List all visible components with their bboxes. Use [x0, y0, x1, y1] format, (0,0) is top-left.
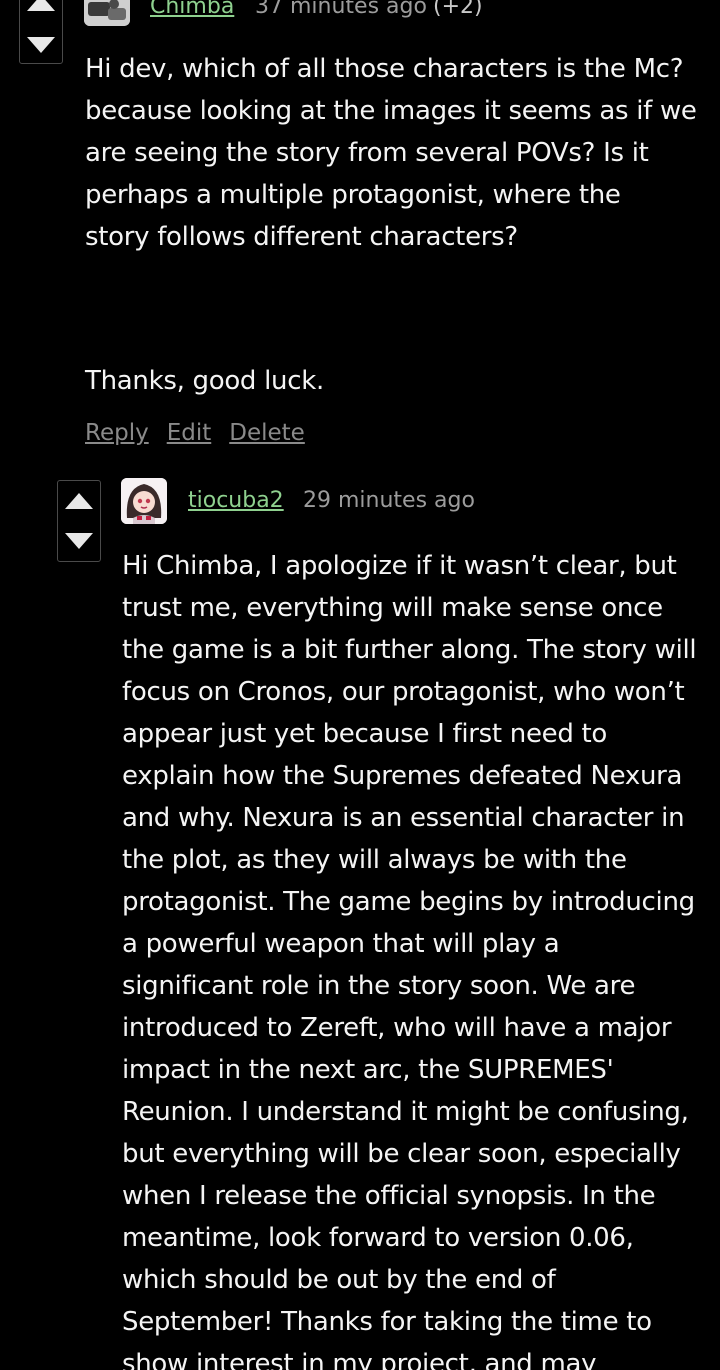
comment1-line: because looking at the images it seems a…: [85, 96, 697, 126]
downvote-button[interactable]: [20, 25, 62, 65]
comment1-actions: Reply Edit Delete: [85, 420, 305, 446]
avatar-image: [84, 0, 130, 26]
avatar[interactable]: [84, 0, 130, 26]
upvote-icon: [27, 0, 55, 11]
comment1-closing: Thanks, good luck.: [85, 366, 324, 396]
comment1-vote-box: [19, 0, 63, 64]
comment1-line: perhaps a multiple protagonist, where th…: [85, 180, 621, 210]
comment2-line: Reunion. I understand it might be confus…: [122, 1097, 689, 1127]
comment2-line: the game is a bit further along. The sto…: [122, 635, 697, 665]
comment2-line: focus on Cronos, our protagonist, who wo…: [122, 677, 685, 707]
upvote-button[interactable]: [58, 481, 100, 521]
comment1-username[interactable]: Chimba: [150, 0, 234, 19]
comment2-line: the plot, as they will always be with th…: [122, 845, 627, 875]
reply-link[interactable]: Reply: [85, 420, 149, 446]
downvote-icon: [27, 37, 55, 53]
downvote-button[interactable]: [58, 521, 100, 561]
comment2-line: but everything will be clear soon, espec…: [122, 1139, 681, 1169]
edit-link[interactable]: Edit: [167, 420, 212, 446]
comment2-line: protagonist. The game begins by introduc…: [122, 887, 695, 917]
downvote-icon: [65, 533, 93, 549]
avatar[interactable]: [121, 478, 167, 524]
comment2-line: impact in the next arc, the SUPREMES': [122, 1055, 614, 1085]
comment1-line: story follows different characters?: [85, 222, 518, 252]
comment2-line: Hi Chimba, I apologize if it wasn’t clea…: [122, 551, 677, 581]
upvote-button[interactable]: [20, 0, 62, 23]
upvote-icon: [65, 493, 93, 509]
comment2-line: meantime, look forward to version 0.06,: [122, 1223, 634, 1253]
comment2-vote-box: [57, 480, 101, 562]
comment2-username[interactable]: tiocuba2: [188, 488, 284, 513]
comment2-timestamp: 29 minutes ago: [303, 488, 475, 513]
comment1-score: (+2): [433, 0, 483, 19]
comment2-line: when I release the official synopsis. In…: [122, 1181, 656, 1211]
comment2-line: a powerful weapon that will play a: [122, 929, 560, 959]
comment2-line: trust me, everything will make sense onc…: [122, 593, 663, 623]
comment2-line: and why. Nexura is an essential characte…: [122, 803, 685, 833]
comment2-line: show interest in my project, and may: [122, 1349, 597, 1370]
comment2-line: introduced to Zereft, who will have a ma…: [122, 1013, 672, 1043]
comments-page: Chimba 37 minutes ago (+2) Hi dev, which…: [0, 0, 720, 1370]
comment2-line: explain how the Supremes defeated Nexura: [122, 761, 683, 791]
comment2-line: appear just yet because I first need to: [122, 719, 608, 749]
comment1-line: are seeing the story from several POVs? …: [85, 138, 649, 168]
delete-link[interactable]: Delete: [229, 420, 305, 446]
comment2-line: significant role in the story soon. We a…: [122, 971, 636, 1001]
comment2-line: which should be out by the end of: [122, 1265, 556, 1295]
comment1-timestamp: 37 minutes ago: [255, 0, 427, 19]
comment1-line: Hi dev, which of all those characters is…: [85, 54, 684, 84]
avatar-image: [121, 478, 167, 524]
comment2-line: September! Thanks for taking the time to: [122, 1307, 652, 1337]
